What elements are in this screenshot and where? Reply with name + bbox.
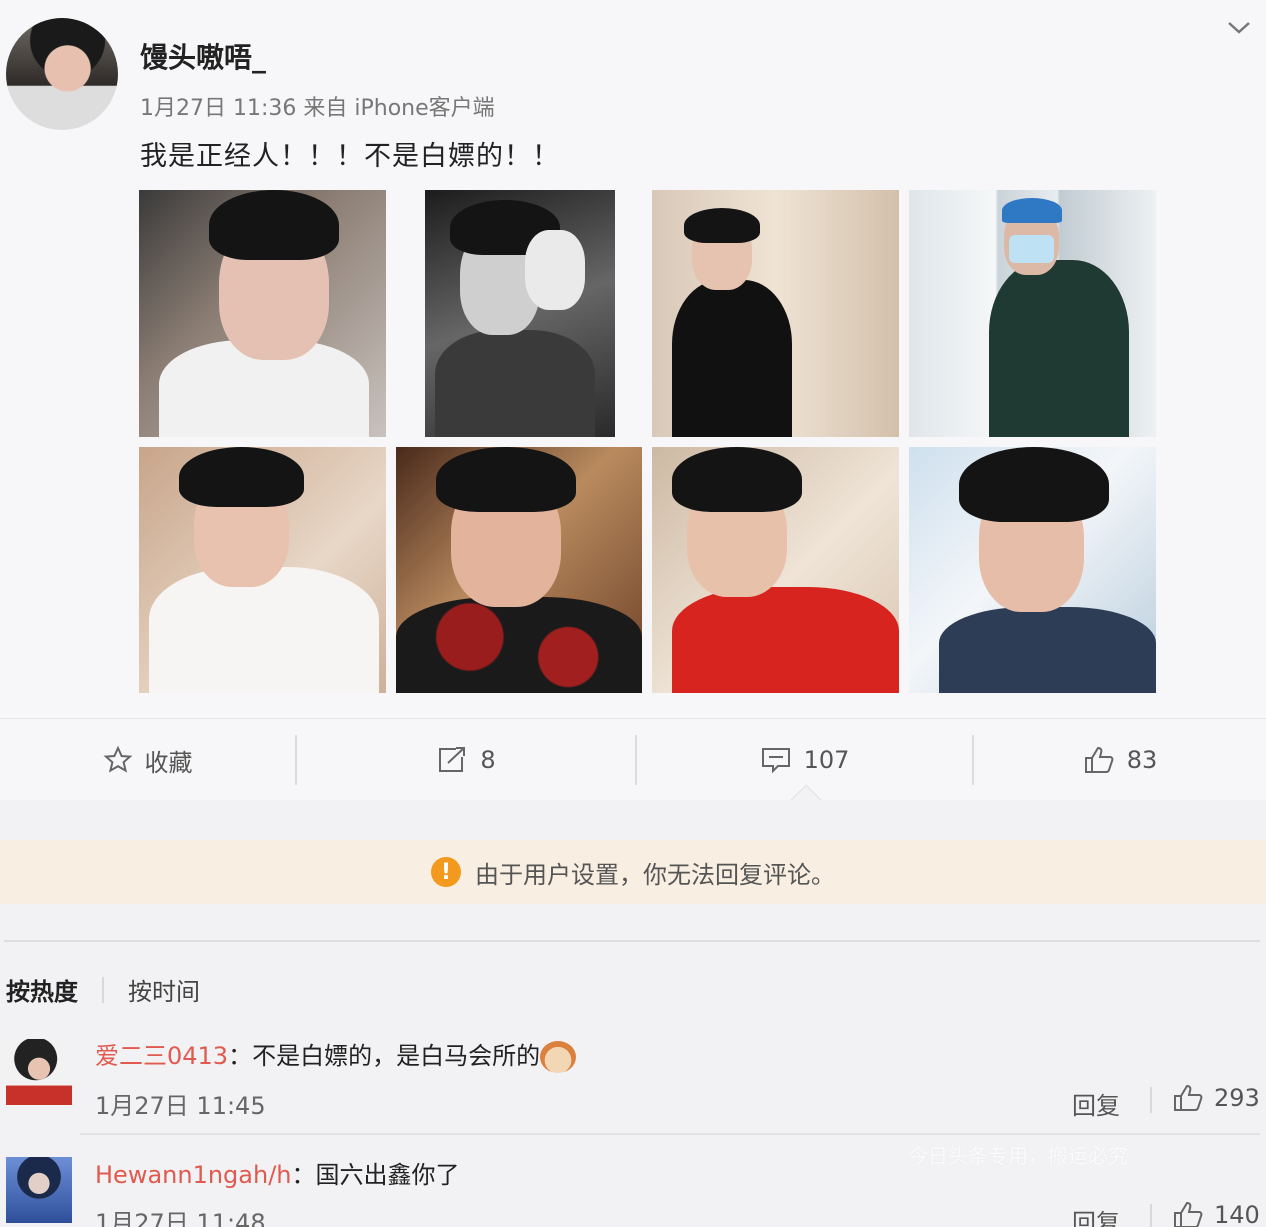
weibo-post-card: 馒头嗷唔_ 1月27日 11:36 来自 iPhone客户端 我是正经人！！！不… — [0, 0, 1266, 800]
like-button[interactable]: 83 — [974, 719, 1266, 801]
repost-button[interactable]: 8 — [297, 719, 635, 801]
commenter-avatar[interactable] — [6, 1039, 72, 1105]
favorite-label: 收藏 — [144, 748, 193, 777]
photo-thumbnail[interactable] — [652, 447, 899, 693]
post-text: 我是正经人！！！不是白嫖的！！ — [140, 141, 560, 172]
comment-time: 1月27日 11:48 — [95, 1209, 266, 1227]
watermark-text: 今日头条专用，搬运必究 — [908, 1144, 1128, 1168]
sort-by-time-tab[interactable]: 按时间 — [128, 972, 200, 1007]
warning-icon: ! — [431, 857, 461, 887]
post-date: 1月27日 11:36 — [140, 96, 297, 121]
author-name[interactable]: 馒头嗷唔_ — [140, 36, 266, 76]
photo-thumbnail[interactable] — [425, 190, 615, 437]
photo-thumbnail[interactable] — [909, 190, 1156, 437]
author-avatar[interactable] — [6, 18, 118, 130]
section-divider — [4, 940, 1260, 942]
comment-sort-bar: 按热度 按时间 — [6, 972, 200, 1007]
comment-action-divider — [1150, 1087, 1152, 1113]
photo-grid — [139, 190, 1157, 693]
comment-like-count: 140 — [1214, 1201, 1260, 1227]
post-source: 来自 iPhone客户端 — [303, 96, 495, 121]
comment-username[interactable]: Hewann1ngah/h — [95, 1161, 292, 1189]
comment-text: ：国六出鑫你了 — [291, 1161, 460, 1189]
comment-icon — [761, 748, 790, 774]
favorite-button[interactable]: 收藏 — [0, 719, 295, 801]
comment-divider — [80, 1133, 1260, 1135]
photo-thumbnail[interactable] — [909, 447, 1156, 693]
comment-like-button[interactable]: 293 — [1172, 1083, 1260, 1113]
chevron-down-icon[interactable] — [1226, 18, 1252, 38]
comment-count: 107 — [803, 746, 850, 774]
post-meta: 1月27日 11:36 来自 iPhone客户端 — [140, 90, 495, 122]
comment-like-count: 293 — [1214, 1084, 1260, 1112]
reply-button[interactable]: 回复 — [1072, 1086, 1120, 1121]
sort-by-hot-tab[interactable]: 按热度 — [6, 972, 78, 1007]
notice-text: 由于用户设置，你无法回复评论。 — [475, 860, 835, 889]
repost-count: 8 — [480, 746, 496, 774]
thumbs-up-icon — [1084, 746, 1114, 773]
photo-thumbnail[interactable] — [139, 190, 386, 437]
comment-body: 爱二三0413：不是白嫖的，是白马会所的 — [95, 1036, 577, 1073]
sort-divider — [102, 976, 104, 1003]
reply-button[interactable]: 回复 — [1072, 1203, 1120, 1227]
commenter-avatar[interactable] — [6, 1157, 72, 1223]
photo-thumbnail[interactable] — [396, 447, 642, 693]
comment-text: ：不是白嫖的，是白马会所的 — [228, 1042, 541, 1070]
like-count: 83 — [1126, 746, 1158, 774]
star-icon — [103, 745, 132, 773]
comment-like-button[interactable]: 140 — [1172, 1200, 1260, 1227]
cat-emoji-icon — [540, 1041, 577, 1073]
thumbs-up-icon — [1174, 1084, 1203, 1111]
repost-icon — [439, 747, 466, 772]
reply-restriction-notice: ! 由于用户设置，你无法回复评论。 — [0, 840, 1266, 904]
photo-thumbnail[interactable] — [652, 190, 899, 437]
thumbs-up-icon — [1174, 1201, 1203, 1227]
comment-time: 1月27日 11:45 — [95, 1092, 266, 1120]
post-action-bar: 收藏 8 107 83 — [0, 718, 1266, 800]
comment-body: Hewann1ngah/h：国六出鑫你了 — [95, 1155, 460, 1190]
photo-thumbnail[interactable] — [139, 447, 386, 693]
comment-username[interactable]: 爱二三0413 — [95, 1042, 228, 1070]
comment-action-divider — [1150, 1204, 1152, 1227]
